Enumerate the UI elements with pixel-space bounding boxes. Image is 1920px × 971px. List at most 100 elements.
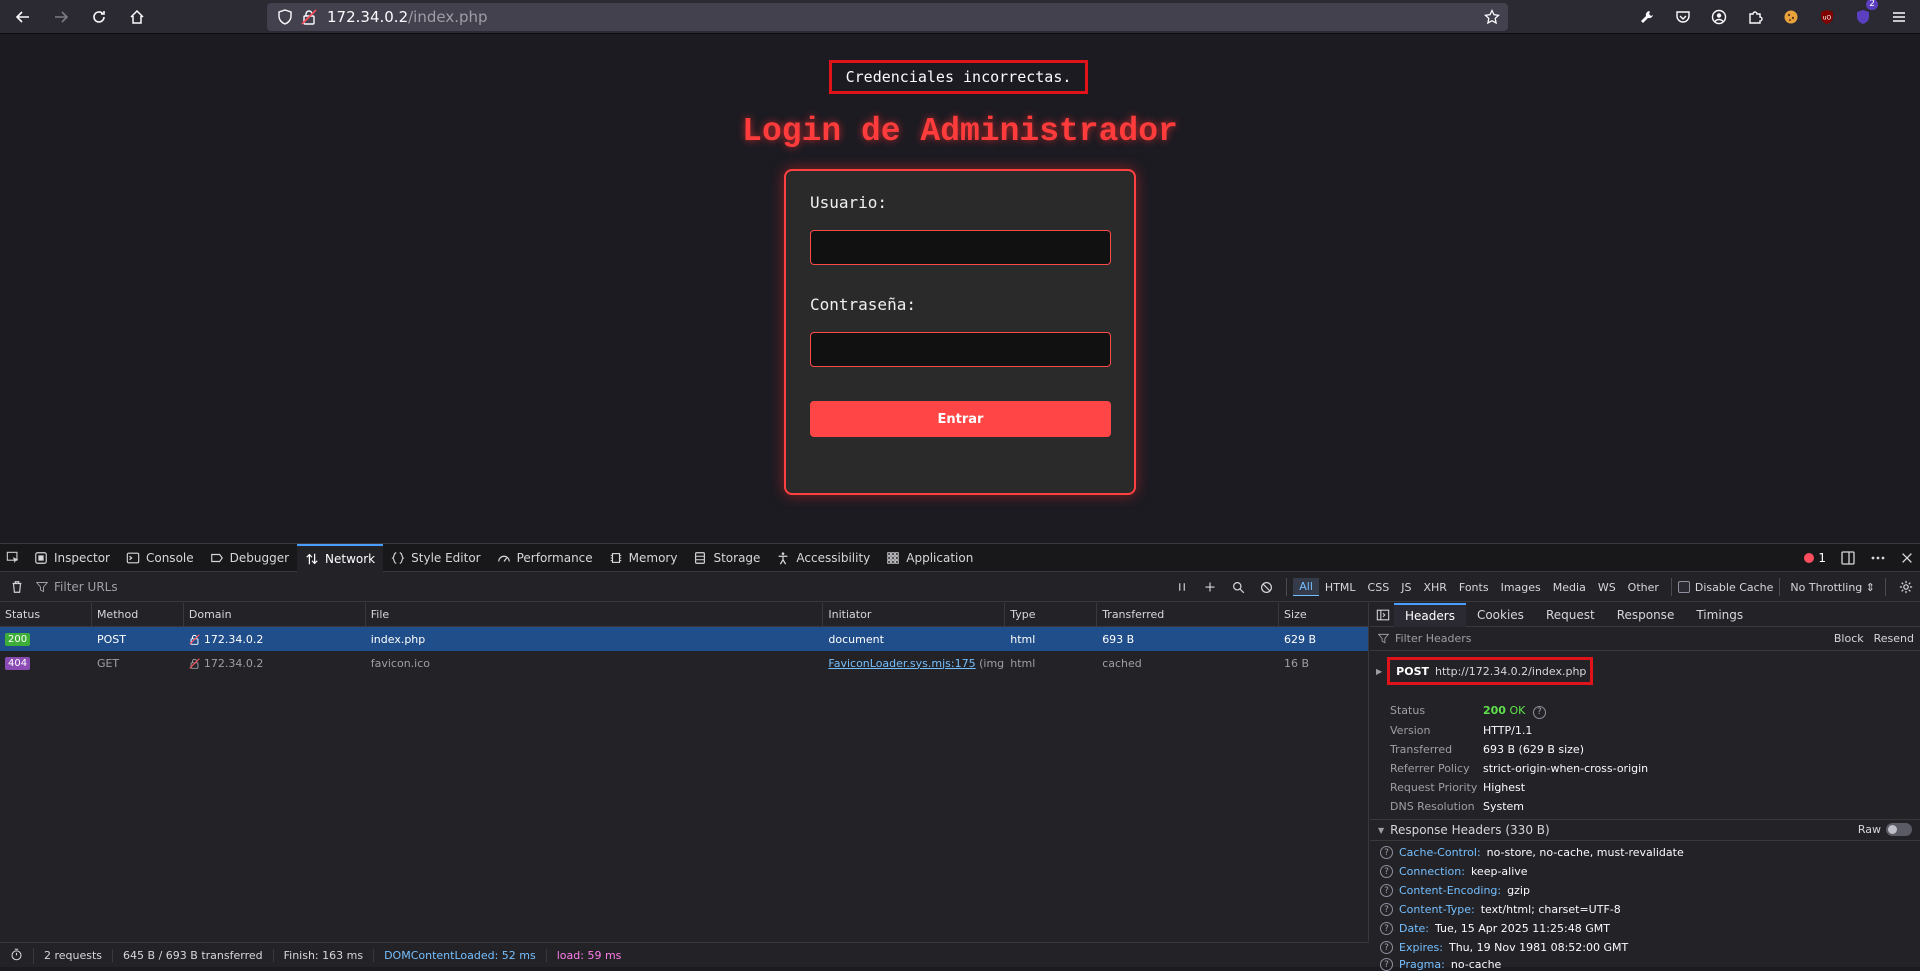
- filter-headers-input[interactable]: Filter Headers Block Resend: [1370, 627, 1920, 651]
- tab-headers[interactable]: Headers: [1394, 602, 1466, 627]
- insecure-lock-icon[interactable]: [301, 9, 317, 25]
- summary-value: HTTP/1.1: [1483, 724, 1533, 737]
- help-icon[interactable]: ?: [1380, 884, 1393, 897]
- header-value: Tue, 15 Apr 2025 11:25:48 GMT: [1435, 922, 1610, 935]
- error-count-value: 1: [1818, 551, 1826, 565]
- filter-funnel-icon: [36, 581, 48, 592]
- disable-cache-checkbox[interactable]: Disable Cache: [1677, 581, 1773, 594]
- help-icon[interactable]: ?: [1380, 865, 1393, 878]
- performance-analysis-button[interactable]: [0, 947, 34, 964]
- type-filter-all[interactable]: All: [1293, 578, 1319, 596]
- throttling-select[interactable]: No Throttling ⇕: [1786, 581, 1879, 594]
- type-filter-images[interactable]: Images: [1495, 579, 1547, 596]
- help-icon[interactable]: ?: [1380, 922, 1393, 935]
- resend-button[interactable]: Resend: [1874, 632, 1914, 645]
- help-icon[interactable]: ?: [1380, 958, 1393, 971]
- help-icon[interactable]: ?: [1380, 846, 1393, 859]
- tab-accessibility[interactable]: Accessibility: [768, 544, 878, 572]
- tab-memory[interactable]: Memory: [601, 544, 686, 572]
- filter-urls-input[interactable]: Filter URLs: [36, 580, 118, 594]
- cookie-extension-button[interactable]: [1776, 2, 1806, 32]
- shield-icon[interactable]: [277, 9, 293, 25]
- column-header-initiator[interactable]: Initiator: [823, 603, 1006, 626]
- type-filter-xhr[interactable]: XHR: [1417, 579, 1452, 596]
- response-header-row: ? Content-Encoding: gzip: [1380, 884, 1530, 897]
- help-icon[interactable]: ?: [1380, 941, 1393, 954]
- column-header-size[interactable]: Size: [1279, 603, 1368, 626]
- table-row[interactable]: 404 GET 172.34.0.2 favicon.ico FaviconLo…: [0, 651, 1368, 675]
- column-header-method[interactable]: Method: [92, 603, 184, 626]
- help-icon[interactable]: ?: [1532, 705, 1546, 719]
- tab-debugger[interactable]: Debugger: [202, 544, 297, 572]
- initiator-link[interactable]: FaviconLoader.sys.mjs:175: [828, 657, 975, 670]
- add-request-button[interactable]: [1196, 581, 1224, 593]
- home-button[interactable]: [122, 2, 152, 32]
- url-bar[interactable]: 172.34.0.2/index.php: [267, 3, 1508, 31]
- tab-timings[interactable]: Timings: [1685, 603, 1754, 627]
- transferred-summary: 645 B / 693 B transferred: [113, 949, 274, 962]
- type-filter-media[interactable]: Media: [1547, 579, 1592, 596]
- tab-style-editor[interactable]: Style Editor: [383, 544, 488, 572]
- dock-toggle-icon[interactable]: [1840, 550, 1856, 566]
- insecure-lock-icon: [189, 657, 200, 669]
- tab-request[interactable]: Request: [1535, 603, 1606, 627]
- tab-performance[interactable]: Performance: [489, 544, 601, 572]
- raw-toggle[interactable]: Raw: [1858, 823, 1912, 836]
- tab-cookies[interactable]: Cookies: [1466, 603, 1535, 627]
- block-button[interactable]: Block: [1834, 632, 1864, 645]
- type-filter-ws[interactable]: WS: [1592, 579, 1622, 596]
- forward-button[interactable]: [46, 2, 76, 32]
- tab-storage[interactable]: Storage: [685, 544, 768, 572]
- more-options-icon[interactable]: [1870, 550, 1886, 566]
- column-header-file[interactable]: File: [366, 603, 824, 626]
- request-url-summary[interactable]: ▶ POST http://172.34.0.2/index.php: [1376, 657, 1594, 685]
- close-devtools-icon[interactable]: [1900, 551, 1914, 565]
- ublock-button[interactable]: uO: [1812, 2, 1842, 32]
- pocket-button[interactable]: [1668, 2, 1698, 32]
- table-row[interactable]: 200 POST 172.34.0.2 index.php document h…: [0, 627, 1368, 651]
- submit-button[interactable]: Entrar: [810, 401, 1111, 437]
- back-button[interactable]: [8, 2, 38, 32]
- tab-response[interactable]: Response: [1606, 603, 1686, 627]
- type-filter-fonts[interactable]: Fonts: [1453, 579, 1495, 596]
- tab-console[interactable]: Console: [118, 544, 202, 572]
- type-filter-other[interactable]: Other: [1622, 579, 1665, 596]
- response-headers-section[interactable]: ▼ Response Headers (330 B) Raw: [1370, 819, 1920, 841]
- purple-shield-extension-icon: [1857, 10, 1869, 24]
- header-name: Pragma:: [1399, 958, 1445, 971]
- column-header-type[interactable]: Type: [1005, 603, 1098, 626]
- block-button[interactable]: [1252, 581, 1280, 594]
- network-settings-button[interactable]: [1892, 580, 1920, 594]
- reload-button[interactable]: [84, 2, 114, 32]
- inspector-icon: [35, 551, 47, 564]
- type-filter-css[interactable]: CSS: [1362, 579, 1396, 596]
- app-menu-button[interactable]: [1884, 2, 1914, 32]
- error-count[interactable]: 1: [1804, 551, 1826, 565]
- account-button[interactable]: [1704, 2, 1734, 32]
- svg-text:uO: uO: [1823, 15, 1832, 22]
- column-header-status[interactable]: Status: [0, 603, 92, 626]
- devtools-wrench-button[interactable]: [1632, 2, 1662, 32]
- element-picker-button[interactable]: [0, 544, 26, 572]
- separator: [1286, 578, 1288, 596]
- devtools-tab-bar: Inspector Console Debugger Network Style…: [0, 543, 1920, 572]
- network-filter-bar: Filter URLs All HTML CSS JS XHR Fonts Im…: [0, 572, 1920, 602]
- type-filter-js[interactable]: JS: [1395, 579, 1417, 596]
- purple-extension-button[interactable]: 2: [1848, 0, 1878, 32]
- password-input[interactable]: [810, 332, 1111, 367]
- column-header-transferred[interactable]: Transferred: [1097, 603, 1280, 626]
- help-icon[interactable]: ?: [1380, 903, 1393, 916]
- tab-application[interactable]: Application: [878, 544, 981, 572]
- collapse-triangle-icon: ▼: [1378, 825, 1385, 835]
- type-filter-html[interactable]: HTML: [1319, 579, 1362, 596]
- search-button[interactable]: [1224, 581, 1252, 594]
- column-header-domain[interactable]: Domain: [184, 603, 366, 626]
- trash-icon[interactable]: [10, 580, 24, 594]
- username-input[interactable]: [810, 230, 1111, 265]
- toggle-sidebar-icon[interactable]: [1376, 608, 1390, 622]
- tab-network[interactable]: Network: [297, 543, 384, 572]
- extensions-button[interactable]: [1740, 2, 1770, 32]
- tab-inspector[interactable]: Inspector: [26, 544, 118, 572]
- pause-button[interactable]: [1168, 581, 1196, 593]
- bookmark-star-icon[interactable]: [1484, 9, 1500, 25]
